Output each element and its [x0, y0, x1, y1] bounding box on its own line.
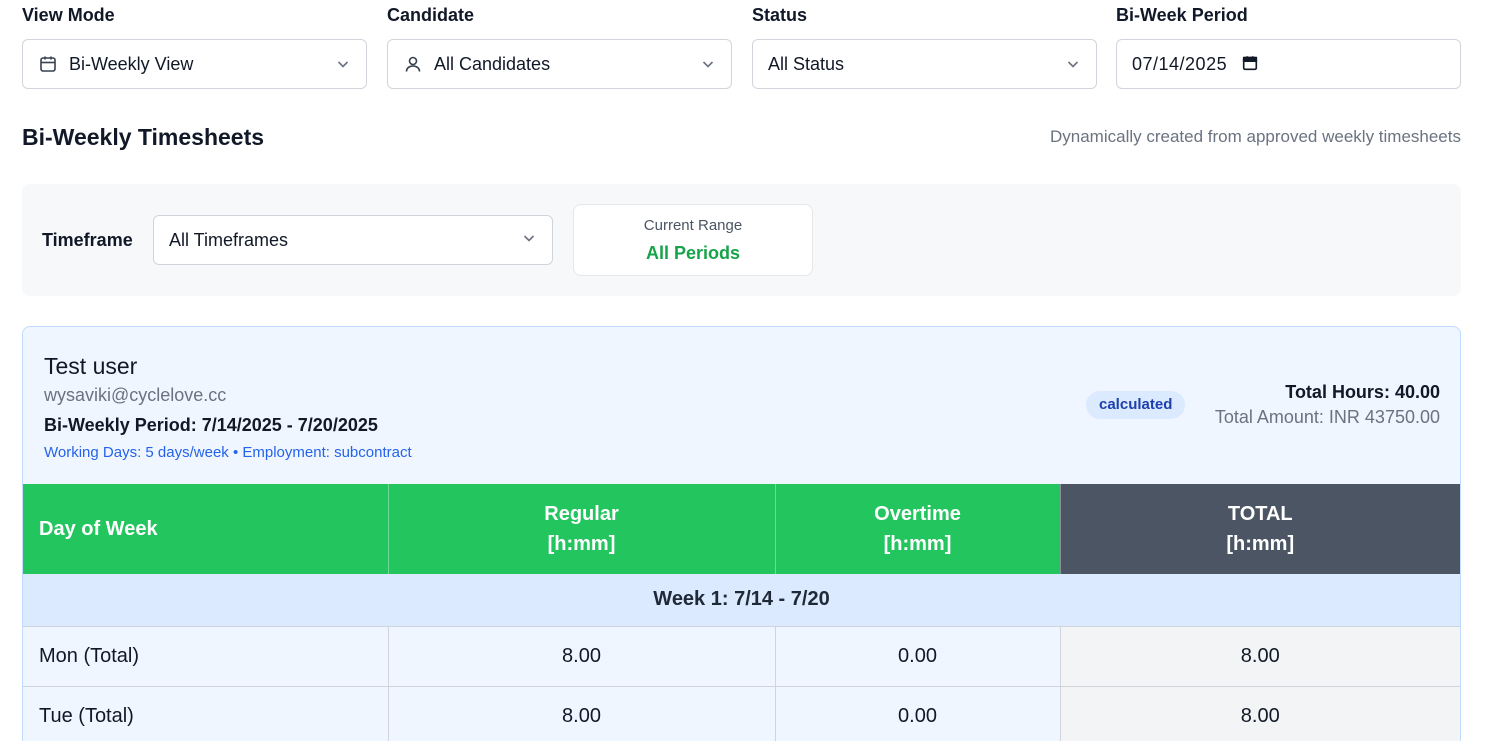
- week-row: Week 1: 7/14 - 7/20: [23, 574, 1460, 627]
- calendar-icon[interactable]: [1241, 54, 1261, 74]
- user-email: wysaviki@cyclelove.cc: [44, 385, 227, 405]
- view-mode-value: Bi-Weekly View: [69, 53, 194, 74]
- row-day: Tue (Total): [23, 686, 389, 741]
- current-range-box: Current Range All Periods: [573, 204, 813, 276]
- current-range-value: All Periods: [645, 243, 741, 263]
- timeframe-select[interactable]: All Timeframes: [153, 215, 553, 265]
- header-day: Day of Week: [23, 484, 389, 574]
- row-total: 8.00: [1060, 626, 1460, 687]
- row-regular: 8.00: [388, 686, 776, 741]
- period-date-value: 07/14/2025: [1132, 53, 1228, 74]
- row-day: Mon (Total): [23, 626, 389, 687]
- chevron-down-icon: [521, 230, 537, 251]
- status-badge: calculated: [1086, 391, 1186, 419]
- table-row: Mon (Total) 8.00 0.00 8.00: [23, 626, 1460, 687]
- table-header-row: Day of Week Regular [h:mm] Overtime [h:mm]…: [23, 484, 1460, 574]
- table-row: Tue (Total) 8.00 0.00 8.00: [23, 686, 1460, 741]
- row-overtime: 0.00: [775, 686, 1061, 741]
- chevron-down-icon: [1065, 56, 1081, 72]
- candidate-select[interactable]: All Candidates: [387, 39, 732, 89]
- status-label: Status: [752, 5, 808, 25]
- status-select[interactable]: All Status: [752, 39, 1097, 89]
- total-amount: Total Amount: INR 43750.00: [1214, 407, 1440, 427]
- filter-bar: View Mode Bi-Weekly View Candidate All C…: [22, 0, 1461, 90]
- header-regular: Regular [h:mm]: [388, 484, 776, 574]
- chevron-down-icon: [335, 56, 351, 72]
- status-value: All Status: [768, 53, 845, 74]
- row-regular: 8.00: [388, 626, 776, 687]
- user-icon: [403, 54, 423, 74]
- timesheet-table: Day of Week Regular [h:mm] Overtime [h:mm]…: [23, 484, 1460, 741]
- header-total: TOTAL [h:mm]: [1060, 484, 1460, 574]
- calendar-icon: [38, 54, 58, 74]
- timeframe-panel: Timeframe All Timeframes Current Range A…: [22, 184, 1461, 296]
- header-overtime: Overtime [h:mm]: [775, 484, 1061, 574]
- user-name: Test user: [44, 353, 138, 379]
- view-mode-select[interactable]: Bi-Weekly View: [22, 39, 367, 89]
- week-label: Week 1: 7/14 - 7/20: [23, 574, 1460, 627]
- period-date-input[interactable]: 07/14/2025: [1116, 39, 1461, 89]
- row-overtime: 0.00: [775, 626, 1061, 687]
- view-mode-label: View Mode: [22, 5, 115, 25]
- working-days-info: Working Days: 5 days/week • Employment: …: [44, 444, 412, 461]
- candidate-label: Candidate: [387, 5, 475, 25]
- chevron-down-icon: [700, 56, 716, 72]
- period-label: Bi-Week Period: [1116, 5, 1248, 25]
- candidate-value: All Candidates: [434, 53, 551, 74]
- row-total: 8.00: [1060, 686, 1460, 741]
- current-range-label: Current Range: [643, 217, 743, 234]
- timesheet-card: Test user wysaviki@cyclelove.cc Bi-Weekl…: [22, 326, 1461, 741]
- section-subtitle: Dynamically created from approved weekly…: [1049, 127, 1461, 146]
- total-hours: Total Hours: 40.00: [1285, 382, 1440, 402]
- biweekly-period: Bi-Weekly Period: 7/14/2025 - 7/20/2025: [44, 415, 378, 435]
- timeframe-value: All Timeframes: [169, 229, 289, 250]
- timeframe-label: Timeframe: [42, 230, 133, 250]
- section-title: Bi-Weekly Timesheets: [22, 124, 265, 150]
